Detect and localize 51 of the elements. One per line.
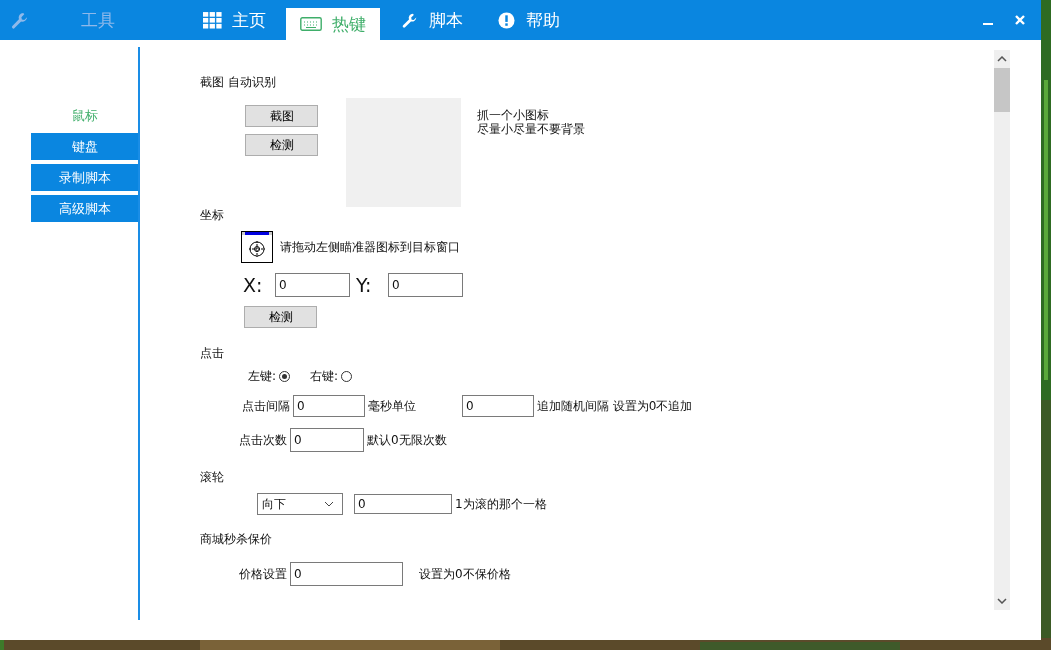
radio-label: 右键: [310,368,339,385]
y-label: Y: [356,274,373,296]
unit-text: 毫秒单位 [368,397,417,415]
interval-field[interactable]: 0 [293,395,365,417]
x-field[interactable]: 0 [275,273,350,297]
minimize-icon [983,23,993,25]
close-icon [1014,14,1026,26]
tab[interactable]: 帮助 [483,0,574,40]
wrench-icon [10,10,29,30]
section-title: 滚轮 [200,469,224,486]
radio-label: 左键: [248,368,277,385]
note-text: 默认0无限次数 [367,431,447,449]
scroll-down-icon[interactable] [997,598,1007,604]
section-title: 点击 [200,345,224,362]
hint-text: 尽量小尽量不要背景 [477,122,585,136]
direction-dropdown[interactable]: 向下 [257,493,343,515]
crosshair-icon[interactable] [241,231,273,263]
note-text: 1为滚的那个一格 [455,495,547,513]
grid-icon [203,11,222,29]
detect-button[interactable]: 检测 [244,306,317,328]
wrench-icon [400,11,419,29]
y-field[interactable]: 0 [388,273,463,297]
field-label: 点击次数 [239,431,287,449]
note-text: 追加随机间隔 设置为0不追加 [537,397,693,415]
instruction-text: 请拖动左侧瞄准器图标到目标窗口 [280,238,460,256]
caret-icon [324,501,334,507]
sidebar-item[interactable]: 高级脚本 [31,195,138,222]
section-title: 坐标 [200,207,224,224]
hint-text: 抓一个小图标 [477,108,550,122]
sidebar-item[interactable]: 键盘 [31,133,138,160]
field-label: 价格设置 [239,565,287,583]
section-title: 截图 自动识别 [200,74,276,91]
x-label: X: [243,274,264,296]
capture-button[interactable]: 检测 [245,134,318,156]
capture-button[interactable]: 截图 [245,105,318,127]
section-title: 商城秒杀保价 [200,531,272,548]
app-title: 工具 [81,8,116,32]
keyboard-icon [300,17,322,31]
random-interval-field[interactable]: 0 [462,395,534,417]
note-text: 设置为0不保价格 [419,565,511,583]
scroll-thumb[interactable] [994,68,1010,112]
tab[interactable]: 主页 [189,0,280,40]
count-field[interactable]: 0 [290,428,364,452]
sidebar-item[interactable]: 录制脚本 [31,164,138,191]
scrollbar[interactable] [994,50,1010,610]
exclamation-icon [497,11,516,29]
scroll-up-icon[interactable] [997,56,1007,62]
field-label: 点击间隔 [242,397,290,415]
price-field[interactable]: 0 [290,562,403,586]
tab[interactable]: 脚本 [386,0,477,40]
wheel-field[interactable]: 0 [354,494,452,514]
